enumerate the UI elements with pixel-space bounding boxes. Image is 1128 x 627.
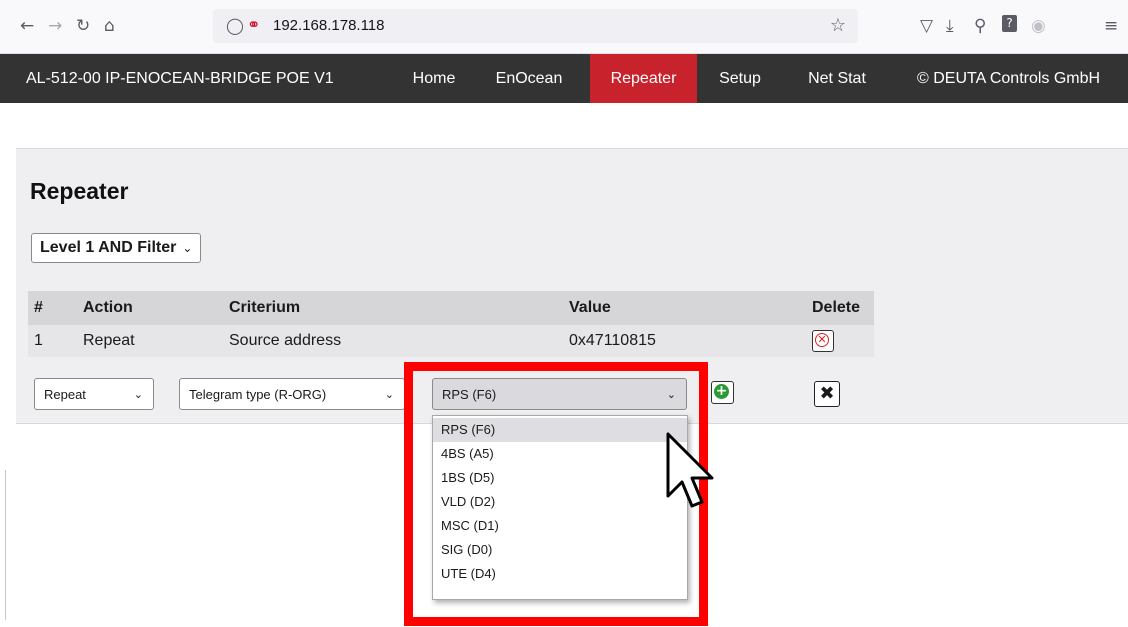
criterium-select[interactable]: Telegram type (R-ORG) ⌄ (179, 378, 405, 410)
nav-item-net-stat[interactable]: Net Stat (795, 54, 879, 103)
nav-item-enocean[interactable]: EnOcean (487, 54, 571, 103)
menu-icon[interactable]: ≡ (1104, 16, 1118, 36)
chevron-down-icon: ⌄ (182, 241, 193, 255)
criterium-select-value: Telegram type (R-ORG) (189, 387, 327, 402)
col-value: Value (569, 299, 611, 316)
col-action: Action (83, 299, 133, 316)
row-action: Repeat (83, 332, 135, 349)
copyright: © DEUTA Controls GmbH (917, 70, 1101, 87)
back-icon[interactable]: ← (20, 16, 34, 36)
mouse-cursor-icon (666, 432, 714, 508)
divider (5, 470, 6, 620)
highlight-frame (404, 362, 708, 626)
home-icon[interactable]: ⌂ (104, 16, 115, 36)
row-criterium: Source address (229, 332, 342, 349)
nav-item-setup[interactable]: Setup (712, 54, 768, 103)
cancel-button[interactable]: ✖ (814, 381, 840, 407)
lock-icon[interactable]: ⚭ (247, 15, 260, 34)
delete-row-button[interactable]: ✕ (812, 330, 834, 352)
delete-icon: ✕ (815, 333, 829, 347)
help-icon[interactable]: ? (1002, 15, 1017, 32)
close-icon: ✖ (819, 383, 835, 404)
chevron-down-icon: ⌄ (133, 388, 143, 401)
col-delete: Delete (812, 299, 861, 316)
table-row: 1 Repeat Source address 0x47110815 ✕ (28, 325, 874, 357)
device-brand: AL-512-00 IP-ENOCEAN-BRIDGE POE V1 (26, 70, 334, 87)
row-value: 0x47110815 (569, 332, 656, 349)
pocket-icon[interactable]: ▽ (920, 16, 933, 36)
action-select[interactable]: Repeat ⌄ (34, 378, 154, 410)
page-title: Repeater (30, 178, 129, 204)
account-icon[interactable]: ◉ (1031, 16, 1046, 36)
plus-icon: + (714, 383, 729, 399)
add-button[interactable]: + (711, 381, 734, 404)
col-num: # (34, 299, 43, 316)
level-select[interactable]: Level 1 AND Filter ⌄ (31, 233, 202, 263)
site-nav: AL-512-00 IP-ENOCEAN-BRIDGE POE V1 Home … (0, 54, 1128, 103)
chevron-down-icon: ⌄ (384, 388, 394, 401)
nav-item-repeater[interactable]: Repeater (590, 54, 697, 103)
browser-toolbar: ← → ↻ ⌂ ◯ ⚭ 192.168.178.118 ☆ ▽ ⤓ ⚲ ? ◉ … (0, 0, 1128, 54)
level-select-value: Level 1 AND Filter (40, 239, 177, 256)
shield-icon[interactable]: ◯ (226, 16, 244, 35)
star-icon[interactable]: ☆ (830, 15, 846, 36)
extension-icon[interactable]: ⚲ (974, 16, 986, 36)
col-criterium: Criterium (229, 299, 301, 316)
table-header: # Action Criterium Value Delete (28, 291, 874, 325)
action-select-value: Repeat (44, 387, 86, 402)
forward-icon[interactable]: → (48, 16, 62, 36)
nav-item-home[interactable]: Home (409, 54, 459, 103)
url-text[interactable]: 192.168.178.118 (273, 17, 385, 34)
row-num: 1 (34, 332, 43, 349)
url-bar[interactable]: ◯ ⚭ 192.168.178.118 ☆ (213, 9, 858, 43)
download-icon[interactable]: ⤓ (946, 16, 954, 36)
reload-icon[interactable]: ↻ (76, 16, 90, 36)
